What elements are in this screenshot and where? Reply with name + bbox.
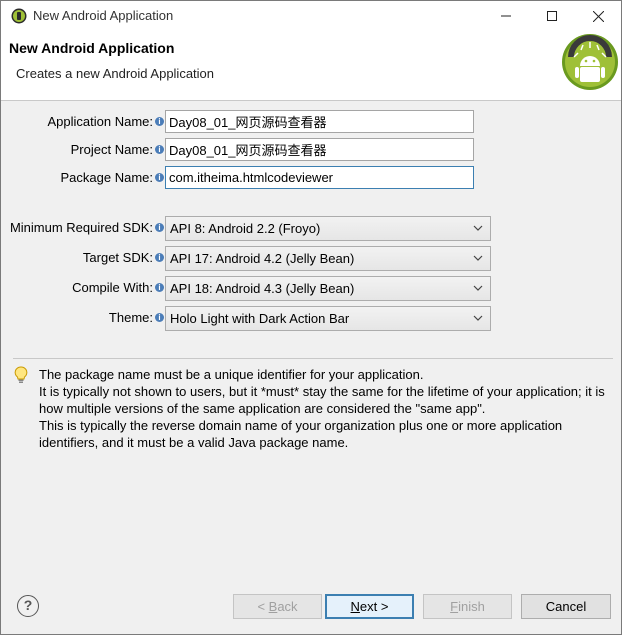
- info-icon: i: [155, 283, 164, 292]
- theme-select[interactable]: Holo Light with Dark Action Bar: [165, 306, 491, 331]
- back-rest: ack: [277, 599, 298, 614]
- android-logo-icon: [562, 34, 618, 90]
- compile-with-select[interactable]: API 18: Android 4.3 (Jelly Bean): [165, 276, 491, 301]
- hint-line-1: The package name must be a unique identi…: [39, 367, 424, 382]
- cancel-button[interactable]: Cancel: [521, 594, 611, 619]
- next-button[interactable]: Next >: [325, 594, 414, 619]
- hint-line-2: It is typically not shown to users, but …: [39, 384, 605, 416]
- chevron-down-icon: [473, 225, 483, 231]
- info-icon: i: [155, 223, 164, 232]
- chevron-down-icon: [473, 285, 483, 291]
- compile-with-row: Compile With: i API 18: Android 4.3 (Jel…: [1, 276, 621, 301]
- wizard-form: Application Name: i Project Name: i Pack…: [1, 102, 621, 582]
- next-mnemonic: N: [350, 599, 360, 614]
- info-icon: i: [155, 173, 164, 182]
- application-name-label: Application Name:: [47, 114, 154, 129]
- minimize-icon: [501, 15, 511, 17]
- target-sdk-select[interactable]: API 17: Android 4.2 (Jelly Bean): [165, 246, 491, 271]
- back-prefix: <: [257, 599, 269, 614]
- min-sdk-value: API 8: Android 2.2 (Froyo): [170, 221, 321, 236]
- theme-value: Holo Light with Dark Action Bar: [170, 311, 350, 326]
- divider: [13, 358, 613, 359]
- back-button[interactable]: < Back: [233, 594, 322, 619]
- title-bar: New Android Application: [1, 1, 621, 31]
- info-icon: i: [155, 117, 164, 126]
- min-sdk-label: Minimum Required SDK:: [9, 220, 153, 235]
- button-bar: ? < Back Next > Finish Cancel: [1, 582, 621, 634]
- chevron-down-icon: [473, 255, 483, 261]
- target-sdk-label: Target SDK:: [82, 250, 153, 265]
- wizard-heading: New Android Application: [9, 40, 175, 56]
- finish-mnemonic: F: [450, 599, 459, 614]
- package-name-hint: The package name must be a unique identi…: [39, 366, 613, 451]
- finish-rest: inish: [458, 599, 485, 614]
- close-icon: [592, 10, 604, 22]
- info-icon: i: [155, 145, 164, 154]
- chevron-down-icon: [473, 315, 483, 321]
- wizard-subheading: Creates a new Android Application: [16, 66, 215, 81]
- compile-with-value: API 18: Android 4.3 (Jelly Bean): [170, 281, 355, 296]
- compile-with-label: Compile With:: [72, 280, 153, 295]
- maximize-button[interactable]: [529, 1, 575, 31]
- min-sdk-row: Minimum Required SDK: i API 8: Android 2…: [1, 216, 621, 241]
- package-name-label: Package Name:: [60, 170, 154, 185]
- project-name-row: Project Name: i: [1, 138, 621, 162]
- close-button[interactable]: [575, 1, 621, 31]
- lightbulb-icon: [14, 366, 28, 383]
- target-sdk-value: API 17: Android 4.2 (Jelly Bean): [170, 251, 355, 266]
- finish-button[interactable]: Finish: [423, 594, 512, 619]
- package-name-input[interactable]: [165, 166, 474, 189]
- hint-line-3: This is typically the reverse domain nam…: [39, 418, 563, 450]
- min-sdk-select[interactable]: API 8: Android 2.2 (Froyo): [165, 216, 491, 241]
- target-sdk-row: Target SDK: i API 17: Android 4.2 (Jelly…: [1, 246, 621, 271]
- minimize-button[interactable]: [483, 1, 529, 31]
- wizard-banner: New Android Application Creates a new An…: [1, 31, 621, 101]
- info-icon: i: [155, 313, 164, 322]
- package-name-row: Package Name: i: [1, 166, 621, 190]
- help-icon[interactable]: ?: [17, 595, 39, 617]
- project-name-input[interactable]: [165, 138, 474, 161]
- application-name-row: Application Name: i: [1, 110, 621, 134]
- info-icon: i: [155, 253, 164, 262]
- theme-row: Theme: i Holo Light with Dark Action Bar: [1, 306, 621, 331]
- application-name-input[interactable]: [165, 110, 474, 133]
- window-title: New Android Application: [33, 8, 174, 23]
- maximize-icon: [547, 11, 557, 21]
- next-rest: ext >: [359, 599, 389, 614]
- project-name-label: Project Name:: [70, 142, 153, 157]
- theme-label: Theme:: [108, 310, 153, 325]
- eclipse-adt-icon: [11, 8, 27, 24]
- dialog-window: New Android Application New Android Appl…: [0, 0, 622, 635]
